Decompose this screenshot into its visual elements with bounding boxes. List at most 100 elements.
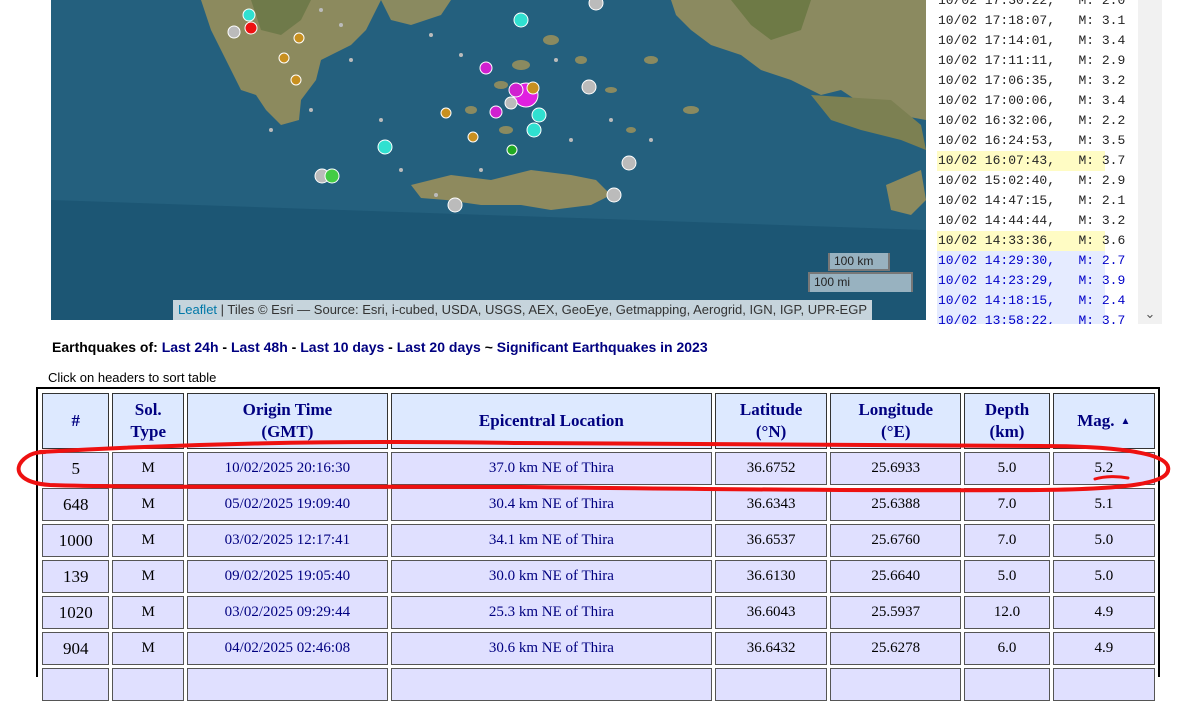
- event-list-items: 10/02 17:30:22, M: 2.0 10/02 17:18:07, M:…: [937, 0, 1125, 324]
- cell-magnitude: 5.0: [1052, 524, 1155, 557]
- cell-origin-time: 09/02/2025 19:05:40: [186, 560, 388, 593]
- cell-sol-type: M: [112, 632, 184, 665]
- event-list-item[interactable]: 10/02 14:44:44, M: 3.2: [937, 211, 1125, 231]
- earthquake-map[interactable]: 100 km 100 mi Leaflet | Tiles © Esri — S…: [51, 0, 926, 320]
- event-spacer: [1055, 93, 1078, 108]
- event-list-item[interactable]: 10/02 14:29:30, M: 2.7: [937, 251, 1125, 271]
- event-time: 10/02 15:02:40,: [938, 173, 1056, 188]
- map-scale-km: 100 km: [828, 253, 890, 271]
- event-list-item[interactable]: 10/02 17:30:22, M: 2.0: [937, 0, 1125, 11]
- event-magnitude: M: 3.2: [1078, 73, 1126, 88]
- cell-location: 37.0 km NE of Thira: [390, 452, 712, 485]
- link-last-20-days[interactable]: Last 20 days: [397, 339, 481, 355]
- event-time: 10/02 14:23:29,: [938, 273, 1056, 288]
- map-attribution: Leaflet | Tiles © Esri — Source: Esri, i…: [173, 300, 872, 320]
- event-time: 10/02 17:14:01,: [938, 33, 1056, 48]
- event-spacer: [1055, 0, 1078, 8]
- map-tiles: [51, 0, 926, 320]
- event-list-item[interactable]: 10/02 16:07:43, M: 3.7: [937, 151, 1125, 171]
- event-list-item[interactable]: 10/02 17:06:35, M: 3.2: [937, 71, 1125, 91]
- header-sublabel: (°N): [755, 422, 787, 441]
- table-row[interactable]: 139 M 09/02/2025 19:05:40 30.0 km NE of Thi…: [42, 560, 1155, 593]
- cell-sol-type: M: [112, 596, 184, 629]
- event-list-item[interactable]: 10/02 17:11:11, M: 2.9: [937, 51, 1125, 71]
- sort-hint: Click on headers to sort table: [48, 370, 217, 385]
- leaflet-link[interactable]: Leaflet: [178, 302, 217, 317]
- event-magnitude: M: 3.1: [1078, 13, 1126, 28]
- event-spacer: [1055, 113, 1078, 128]
- link-last-10-days[interactable]: Last 10 days: [300, 339, 384, 355]
- cell-latitude: 36.6432: [714, 632, 828, 665]
- header-label: Depth: [984, 400, 1030, 419]
- event-time: 10/02 17:30:22,: [938, 0, 1056, 8]
- link-significant-2023[interactable]: Significant Earthquakes in 2023: [497, 339, 708, 355]
- event-magnitude: M: 2.1: [1078, 193, 1126, 208]
- earthquake-period-links: Earthquakes of: Last 24h - Last 48h - La…: [52, 339, 708, 355]
- event-time: 10/02 17:00:06,: [938, 93, 1056, 108]
- event-spacer: [1055, 193, 1078, 208]
- cell-depth: 12.0: [964, 596, 1050, 629]
- event-time: 10/02 14:44:44,: [938, 213, 1056, 228]
- header-number[interactable]: #: [42, 393, 110, 449]
- cell-depth: [964, 668, 1050, 701]
- event-spacer: [1055, 233, 1078, 248]
- cell-origin-time: 03/02/2025 09:29:44: [186, 596, 388, 629]
- event-magnitude: M: 3.4: [1078, 93, 1126, 108]
- event-list-item[interactable]: 10/02 17:00:06, M: 3.4: [937, 91, 1125, 111]
- event-magnitude: M: 3.4: [1078, 33, 1126, 48]
- table-header-row: # Sol. Type Origin Time (GMT) Epicentral L…: [42, 393, 1155, 449]
- cell-origin-time: 10/02/2025 20:16:30: [186, 452, 388, 485]
- event-list-item[interactable]: 10/02 16:24:53, M: 3.5: [937, 131, 1125, 151]
- cell-number: 1020: [42, 596, 110, 629]
- header-magnitude[interactable]: Mag. ▲: [1052, 393, 1155, 449]
- table-row[interactable]: 904 M 04/02/2025 02:46:08 30.6 km NE of Thi…: [42, 632, 1155, 665]
- event-list-item[interactable]: 10/02 17:14:01, M: 3.4: [937, 31, 1125, 51]
- table-row[interactable]: 648 M 05/02/2025 19:09:40 30.4 km NE of Thi…: [42, 488, 1155, 521]
- link-last-48h[interactable]: Last 48h: [231, 339, 288, 355]
- cell-location: 30.6 km NE of Thira: [390, 632, 712, 665]
- cell-longitude: 25.6278: [830, 632, 962, 665]
- event-list-item[interactable]: 10/02 14:47:15, M: 2.1: [937, 191, 1125, 211]
- event-time: 10/02 17:18:07,: [938, 13, 1056, 28]
- scroll-down-icon[interactable]: ⌄: [1142, 306, 1158, 322]
- event-list-item[interactable]: 10/02 17:18:07, M: 3.1: [937, 11, 1125, 31]
- event-list-item[interactable]: 10/02 13:58:22, M: 3.7: [937, 311, 1125, 324]
- recent-events-list[interactable]: 10/02 17:30:22, M: 2.0 10/02 17:18:07, M:…: [936, 0, 1162, 324]
- event-time: 10/02 13:58:22,: [938, 313, 1056, 324]
- event-list-item[interactable]: 10/02 14:23:29, M: 3.9: [937, 271, 1125, 291]
- table-row[interactable]: 5 M 10/02/2025 20:16:30 37.0 km NE of Thira…: [42, 452, 1155, 485]
- event-time: 10/02 16:07:43,: [938, 153, 1056, 168]
- cell-depth: 6.0: [964, 632, 1050, 665]
- link-last-24h[interactable]: Last 24h: [162, 339, 219, 355]
- header-origin-time[interactable]: Origin Time (GMT): [186, 393, 388, 449]
- table-row[interactable]: 1000 M 03/02/2025 12:17:41 34.1 km NE of Th…: [42, 524, 1155, 557]
- cell-origin-time: 03/02/2025 12:17:41: [186, 524, 388, 557]
- event-time: 10/02 16:32:06,: [938, 113, 1056, 128]
- cell-sol-type: M: [112, 488, 184, 521]
- header-latitude[interactable]: Latitude (°N): [714, 393, 828, 449]
- header-longitude[interactable]: Longitude (°E): [830, 393, 962, 449]
- cell-number: 904: [42, 632, 110, 665]
- attribution-text: | Tiles © Esri — Source: Esri, i-cubed, …: [217, 302, 867, 317]
- table-row[interactable]: [42, 668, 1155, 701]
- header-label: Longitude: [858, 400, 934, 419]
- cell-sol-type: M: [112, 524, 184, 557]
- header-depth[interactable]: Depth (km): [964, 393, 1050, 449]
- header-label: Sol.: [134, 400, 162, 419]
- event-list-scrollbar[interactable]: ⌄: [1138, 0, 1162, 324]
- event-list-item[interactable]: 10/02 15:02:40, M: 2.9: [937, 171, 1125, 191]
- cell-number: 5: [42, 452, 110, 485]
- header-sol-type[interactable]: Sol. Type: [112, 393, 184, 449]
- event-list-item[interactable]: 10/02 16:32:06, M: 2.2: [937, 111, 1125, 131]
- event-spacer: [1055, 173, 1078, 188]
- cell-latitude: 36.6752: [714, 452, 828, 485]
- event-list-item[interactable]: 10/02 14:18:15, M: 2.4: [937, 291, 1125, 311]
- cell-latitude: 36.6043: [714, 596, 828, 629]
- event-magnitude: M: 2.9: [1078, 173, 1126, 188]
- event-spacer: [1055, 13, 1078, 28]
- cell-number: [42, 668, 110, 701]
- event-list-item[interactable]: 10/02 14:33:36, M: 3.6: [937, 231, 1125, 251]
- table-row[interactable]: 1020 M 03/02/2025 09:29:44 25.3 km NE of Th…: [42, 596, 1155, 629]
- header-epicentral-location[interactable]: Epicentral Location: [390, 393, 712, 449]
- cell-longitude: [830, 668, 962, 701]
